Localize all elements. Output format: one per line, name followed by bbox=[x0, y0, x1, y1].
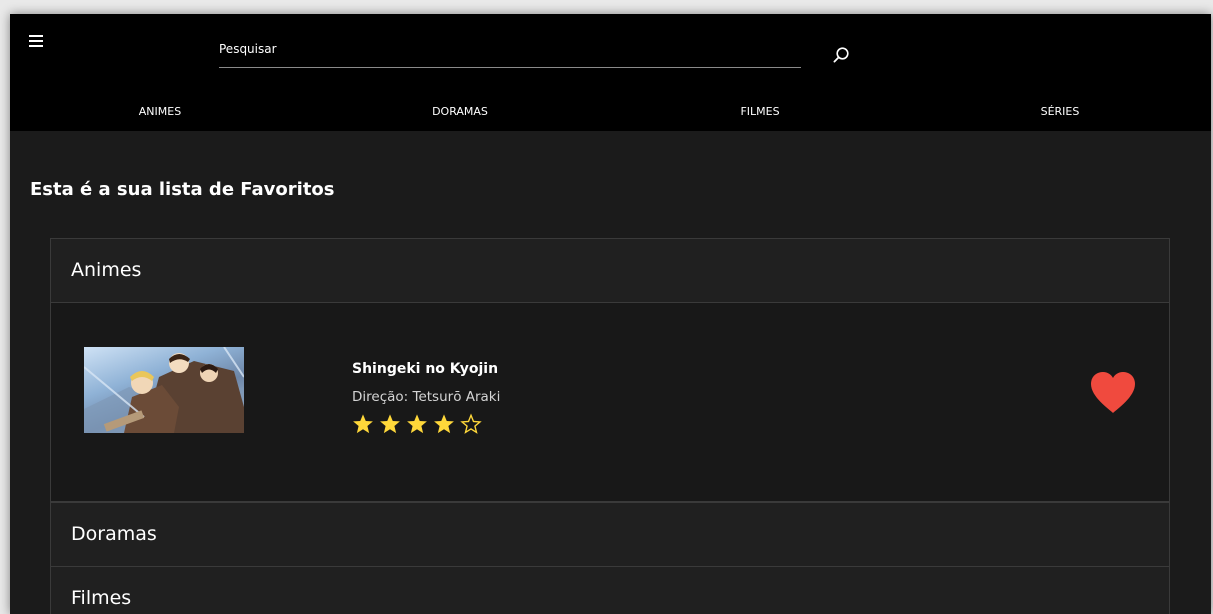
favorite-item-director: Direção: Tetsurō Araki bbox=[352, 389, 501, 405]
nav-item-doramas[interactable]: DORAMAS bbox=[310, 100, 610, 124]
favorite-heart-icon[interactable] bbox=[1089, 371, 1137, 415]
star-filled-icon[interactable] bbox=[406, 413, 428, 435]
star-filled-icon[interactable] bbox=[379, 413, 401, 435]
favorite-item-thumbnail[interactable] bbox=[84, 347, 244, 433]
nav-item-series[interactable]: SÉRIES bbox=[910, 100, 1210, 124]
section-header-doramas[interactable]: Doramas bbox=[50, 502, 1170, 567]
section-header-filmes[interactable]: Filmes bbox=[50, 566, 1170, 614]
nav-item-filmes[interactable]: FILMES bbox=[610, 100, 910, 124]
app-window: ANIMES DORAMAS FILMES SÉRIES Esta é a su… bbox=[10, 14, 1211, 614]
section-body-animes: Shingeki no Kyojin Direção: Tetsurō Arak… bbox=[50, 303, 1170, 502]
category-nav: ANIMES DORAMAS FILMES SÉRIES bbox=[10, 100, 1211, 124]
search-icon[interactable] bbox=[832, 46, 850, 64]
section-header-animes[interactable]: Animes bbox=[50, 238, 1170, 303]
hamburger-menu-icon[interactable] bbox=[29, 35, 45, 47]
nav-item-animes[interactable]: ANIMES bbox=[10, 100, 310, 124]
favorites-accordion: Animes Shingeki no Kyojin Direção: Tetsu… bbox=[50, 238, 1170, 614]
section-title: Animes bbox=[71, 259, 142, 281]
star-empty-icon[interactable] bbox=[460, 413, 482, 435]
search-field bbox=[219, 38, 801, 68]
favorite-item-title[interactable]: Shingeki no Kyojin bbox=[352, 361, 498, 377]
star-filled-icon[interactable] bbox=[433, 413, 455, 435]
section-title: Doramas bbox=[71, 523, 157, 545]
top-bar: ANIMES DORAMAS FILMES SÉRIES bbox=[10, 14, 1211, 131]
star-filled-icon[interactable] bbox=[352, 413, 374, 435]
page-title: Esta é a sua lista de Favoritos bbox=[30, 179, 335, 200]
section-title: Filmes bbox=[71, 587, 132, 609]
search-input[interactable] bbox=[219, 38, 801, 60]
